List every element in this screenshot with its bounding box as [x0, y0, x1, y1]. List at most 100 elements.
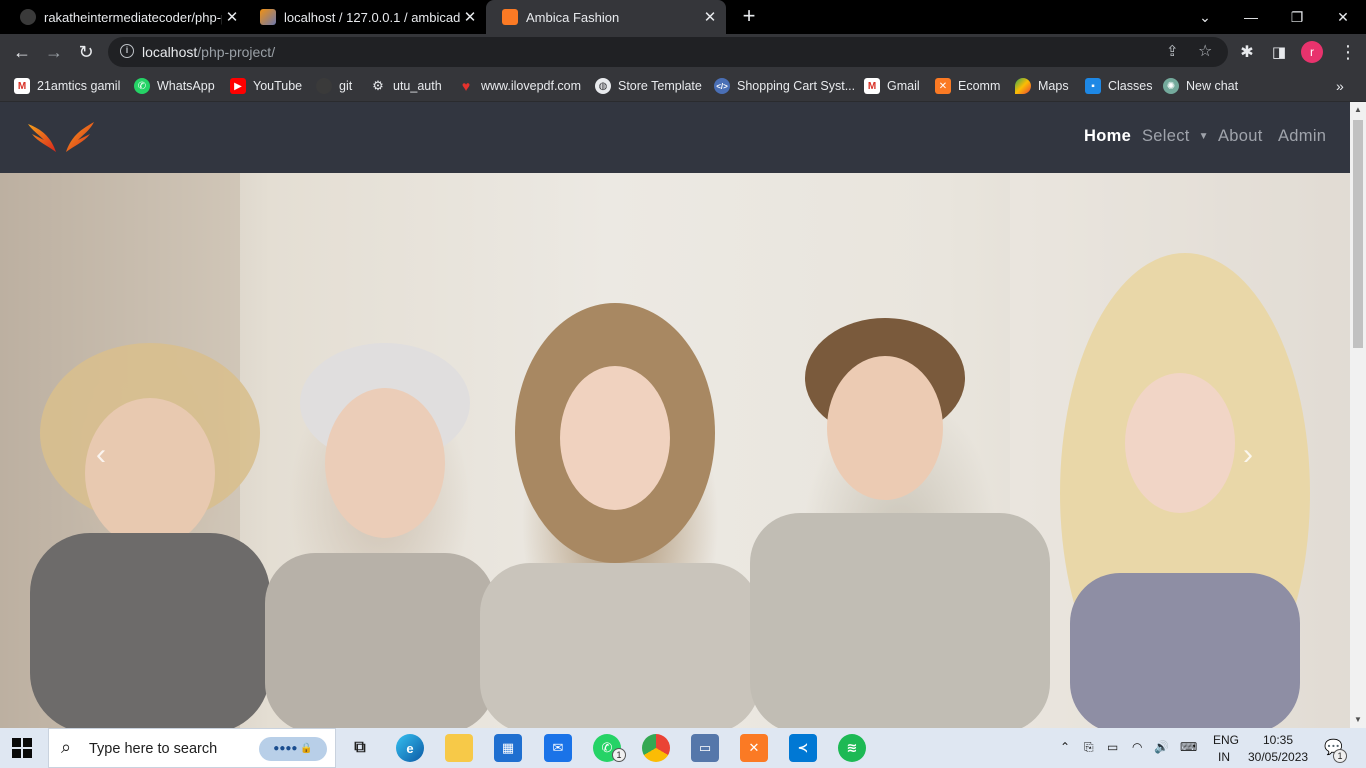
- spotify-icon[interactable]: ≋: [838, 734, 866, 762]
- xampp-icon: ✕: [935, 78, 951, 94]
- github-icon: [316, 78, 332, 94]
- task-view-icon[interactable]: ⧉: [346, 734, 374, 762]
- bookmark-utu-auth[interactable]: ⚙ utu_auth: [370, 76, 442, 96]
- profile-avatar[interactable]: r: [1301, 41, 1323, 63]
- code-icon: </>: [714, 78, 730, 94]
- scrollbar-thumb[interactable]: [1353, 120, 1363, 348]
- tab-ambica-fashion[interactable]: Ambica Fashion ✕: [486, 0, 726, 34]
- bookmark-youtube[interactable]: ▶ YouTube: [230, 76, 302, 96]
- clock-date[interactable]: 30/05/2023: [1248, 750, 1308, 764]
- wifi-icon[interactable]: ◠: [1132, 740, 1142, 754]
- bookmark-ilovepdf[interactable]: ♥ www.ilovepdf.com: [458, 76, 581, 96]
- globe-icon: ◍: [595, 78, 611, 94]
- carousel-slide-image: [0, 173, 1350, 728]
- close-icon[interactable]: ✕: [700, 8, 720, 26]
- nav-admin[interactable]: Admin: [1278, 127, 1326, 146]
- menu-icon[interactable]: ⋮: [1334, 38, 1362, 66]
- meet-icon[interactable]: ⎘: [1084, 740, 1094, 755]
- github-icon: [20, 9, 36, 25]
- vscode-icon[interactable]: ≺: [789, 734, 817, 762]
- nav-about[interactable]: About: [1218, 127, 1263, 146]
- site-info-icon[interactable]: i: [120, 44, 134, 58]
- mail-icon[interactable]: ✉: [544, 734, 572, 762]
- share-icon[interactable]: ⇪: [1166, 42, 1179, 60]
- nav-home[interactable]: Home: [1084, 127, 1131, 146]
- bookmark-shopping-cart[interactable]: </> Shopping Cart Syst...: [714, 76, 855, 96]
- whatsapp-icon: ✆: [134, 78, 150, 94]
- tab-strip: rakatheintermediatecoder/php-p ✕ localho…: [0, 0, 1366, 34]
- close-icon[interactable]: ✕: [460, 8, 480, 26]
- edge-icon[interactable]: e: [396, 734, 424, 762]
- carousel-next-button[interactable]: ›: [1233, 438, 1263, 472]
- hidden-icons-chevron[interactable]: ⌃: [1060, 740, 1070, 754]
- gmail-icon: M: [864, 78, 880, 94]
- gear-icon: ⚙: [372, 78, 384, 93]
- page-scrollbar[interactable]: ▲ ▼: [1350, 102, 1366, 728]
- side-panel-icon[interactable]: ◨: [1265, 38, 1293, 66]
- new-tab-button[interactable]: +: [738, 5, 760, 29]
- minimize-button[interactable]: —: [1228, 0, 1274, 34]
- url-text[interactable]: localhost/php-project/: [142, 44, 275, 60]
- forward-button[interactable]: →: [40, 38, 68, 66]
- battery-icon[interactable]: ▭: [1107, 740, 1118, 754]
- bookmark-store-template[interactable]: ◍ Store Template: [595, 76, 702, 96]
- start-button[interactable]: [12, 738, 32, 758]
- nav-select-dropdown[interactable]: Select ▼: [1142, 127, 1209, 146]
- whatsapp-badge: 1: [612, 748, 626, 762]
- nav-select-label: Select: [1142, 127, 1190, 145]
- window-close-button[interactable]: ✕: [1320, 0, 1366, 34]
- bookmark-whatsapp[interactable]: ✆ WhatsApp: [134, 76, 215, 96]
- bookmark-ecomm[interactable]: ✕ Ecomm: [935, 76, 1000, 96]
- language-top[interactable]: ENG: [1213, 733, 1239, 747]
- heart-icon: ♥: [461, 78, 471, 94]
- password-lock-icon: ●●●● 🔒: [259, 737, 327, 761]
- bookmark-classes[interactable]: ▪ Classes: [1085, 76, 1152, 96]
- chatgpt-icon: ✺: [1163, 78, 1179, 94]
- tab-title: Ambica Fashion: [526, 9, 620, 25]
- language-bottom[interactable]: IN: [1218, 750, 1230, 764]
- address-bar[interactable]: i localhost/php-project/ ⇪ ☆: [108, 37, 1228, 67]
- restore-button[interactable]: ❐: [1274, 0, 1320, 34]
- browser-toolbar: ← → ↻ i localhost/php-project/ ⇪ ☆ ✱ ◨ r…: [0, 34, 1366, 70]
- store-icon[interactable]: ▦: [494, 734, 522, 762]
- keyboard-icon[interactable]: ⌨: [1180, 740, 1197, 754]
- volume-icon[interactable]: 🔊: [1154, 740, 1169, 754]
- caret-down-icon: ▼: [1198, 131, 1209, 142]
- close-icon[interactable]: ✕: [222, 8, 242, 26]
- maps-icon: [1015, 78, 1031, 94]
- bookmark-new-chat[interactable]: ✺ New chat: [1163, 76, 1238, 96]
- extensions-icon[interactable]: ✱: [1233, 38, 1261, 66]
- bookmark-star-icon[interactable]: ☆: [1198, 41, 1212, 61]
- bookmark-gmail[interactable]: M Gmail: [864, 76, 920, 96]
- more-bookmarks-icon[interactable]: »: [1336, 76, 1344, 96]
- phpmyadmin-icon: [260, 9, 276, 25]
- site-navbar: Home Select ▼ About Admin: [0, 102, 1350, 173]
- back-button[interactable]: ←: [8, 38, 36, 66]
- xampp-app-icon[interactable]: ✕: [740, 734, 768, 762]
- chrome-icon[interactable]: [642, 734, 670, 762]
- xampp-icon: [502, 9, 518, 25]
- carousel-prev-button[interactable]: ‹: [86, 438, 116, 472]
- brand-logo[interactable]: [26, 120, 96, 156]
- reload-button[interactable]: ↻: [72, 38, 100, 66]
- tab-phpmyadmin[interactable]: localhost / 127.0.0.1 / ambicadb / ✕: [244, 0, 486, 34]
- tab-title: localhost / 127.0.0.1 / ambicadb /: [284, 9, 460, 25]
- windows-taskbar: ⌕ Type here to search ●●●● 🔒 ⧉ e ▦ ✉ ✆ 1…: [0, 728, 1366, 768]
- scroll-down-icon[interactable]: ▼: [1350, 712, 1366, 728]
- page-content: Home Select ▼ About Admin ‹ ›: [0, 102, 1350, 728]
- bookmark-21amtics-gamil[interactable]: M 21amtics gamil: [14, 76, 120, 96]
- bookmarks-bar: M 21amtics gamil ✆ WhatsApp ▶ YouTube gi…: [0, 70, 1366, 102]
- notification-badge: 1: [1333, 749, 1347, 763]
- clock-time[interactable]: 10:35: [1263, 733, 1293, 747]
- network-app-icon[interactable]: ▭: [691, 734, 719, 762]
- bookmark-git[interactable]: git: [316, 76, 352, 96]
- taskbar-search-box[interactable]: ⌕ Type here to search ●●●● 🔒: [48, 728, 336, 768]
- tab-search-button[interactable]: ⌄: [1182, 0, 1228, 34]
- file-explorer-icon[interactable]: [445, 734, 473, 762]
- gmail-icon: M: [14, 78, 30, 94]
- hero-carousel: ‹ ›: [0, 173, 1350, 728]
- tab-github[interactable]: rakatheintermediatecoder/php-p ✕: [4, 0, 248, 34]
- scroll-up-icon[interactable]: ▲: [1350, 102, 1366, 118]
- bookmark-maps[interactable]: Maps: [1015, 76, 1069, 96]
- wings-logo-icon: [28, 122, 94, 152]
